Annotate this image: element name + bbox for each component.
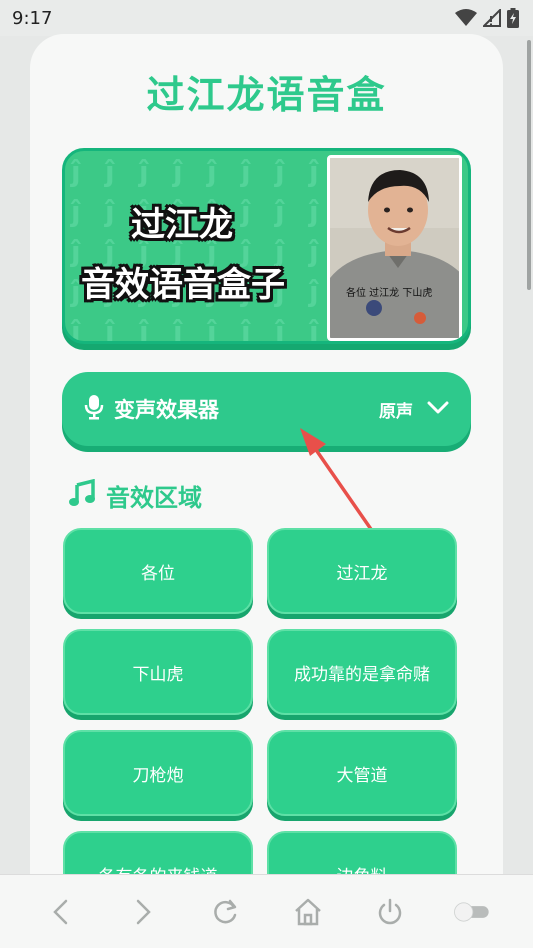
reload-icon[interactable]: [205, 892, 245, 932]
music-note-icon: [68, 478, 96, 513]
sound-button-xiashanhu[interactable]: 下山虎: [63, 629, 253, 715]
back-icon[interactable]: [41, 892, 81, 932]
banner-photo: 各位 过江龙 下山虎: [327, 155, 462, 341]
sound-button-gewei[interactable]: 各位: [63, 528, 253, 614]
voice-changer-selected: 原声: [379, 401, 413, 422]
page-scrollbar[interactable]: [527, 40, 531, 290]
sound-button-chenggong[interactable]: 成功靠的是拿命赌: [267, 629, 457, 715]
home-icon[interactable]: [288, 892, 328, 932]
forward-icon[interactable]: [123, 892, 163, 932]
toggle-switch[interactable]: [452, 892, 492, 932]
app-title: 过江龙语音盒: [146, 73, 387, 117]
chevron-down-icon: [427, 400, 449, 419]
hero-banner: ĵ 过江龙 音效语音盒子 各位 过江龙 下山虎: [62, 148, 471, 344]
microphone-icon: [84, 394, 104, 424]
photo-caption: 各位 过江龙 下山虎: [346, 288, 433, 299]
signal-icon: [483, 9, 501, 27]
banner-subtitle: 音效语音盒子: [81, 265, 285, 305]
status-bar: 9:17: [0, 0, 533, 36]
status-icons: [455, 8, 519, 28]
bottom-nav-bar: [0, 874, 533, 948]
sound-button-guojianglong[interactable]: 过江龙: [267, 528, 457, 614]
status-time: 9:17: [12, 7, 53, 29]
sounds-section-header: 音效区域: [68, 478, 202, 513]
voice-changer-label: 变声效果器: [114, 398, 219, 422]
sound-button-daoqiangpao[interactable]: 刀枪炮: [63, 730, 253, 816]
wifi-icon: [455, 9, 477, 27]
sounds-section-title: 音效区域: [106, 484, 202, 512]
battery-charging-icon: [507, 8, 519, 28]
boy-photo-illustration: [330, 158, 459, 338]
banner-title: 过江龙: [131, 205, 233, 245]
sound-button-daguandao[interactable]: 大管道: [267, 730, 457, 816]
power-icon[interactable]: [370, 892, 410, 932]
